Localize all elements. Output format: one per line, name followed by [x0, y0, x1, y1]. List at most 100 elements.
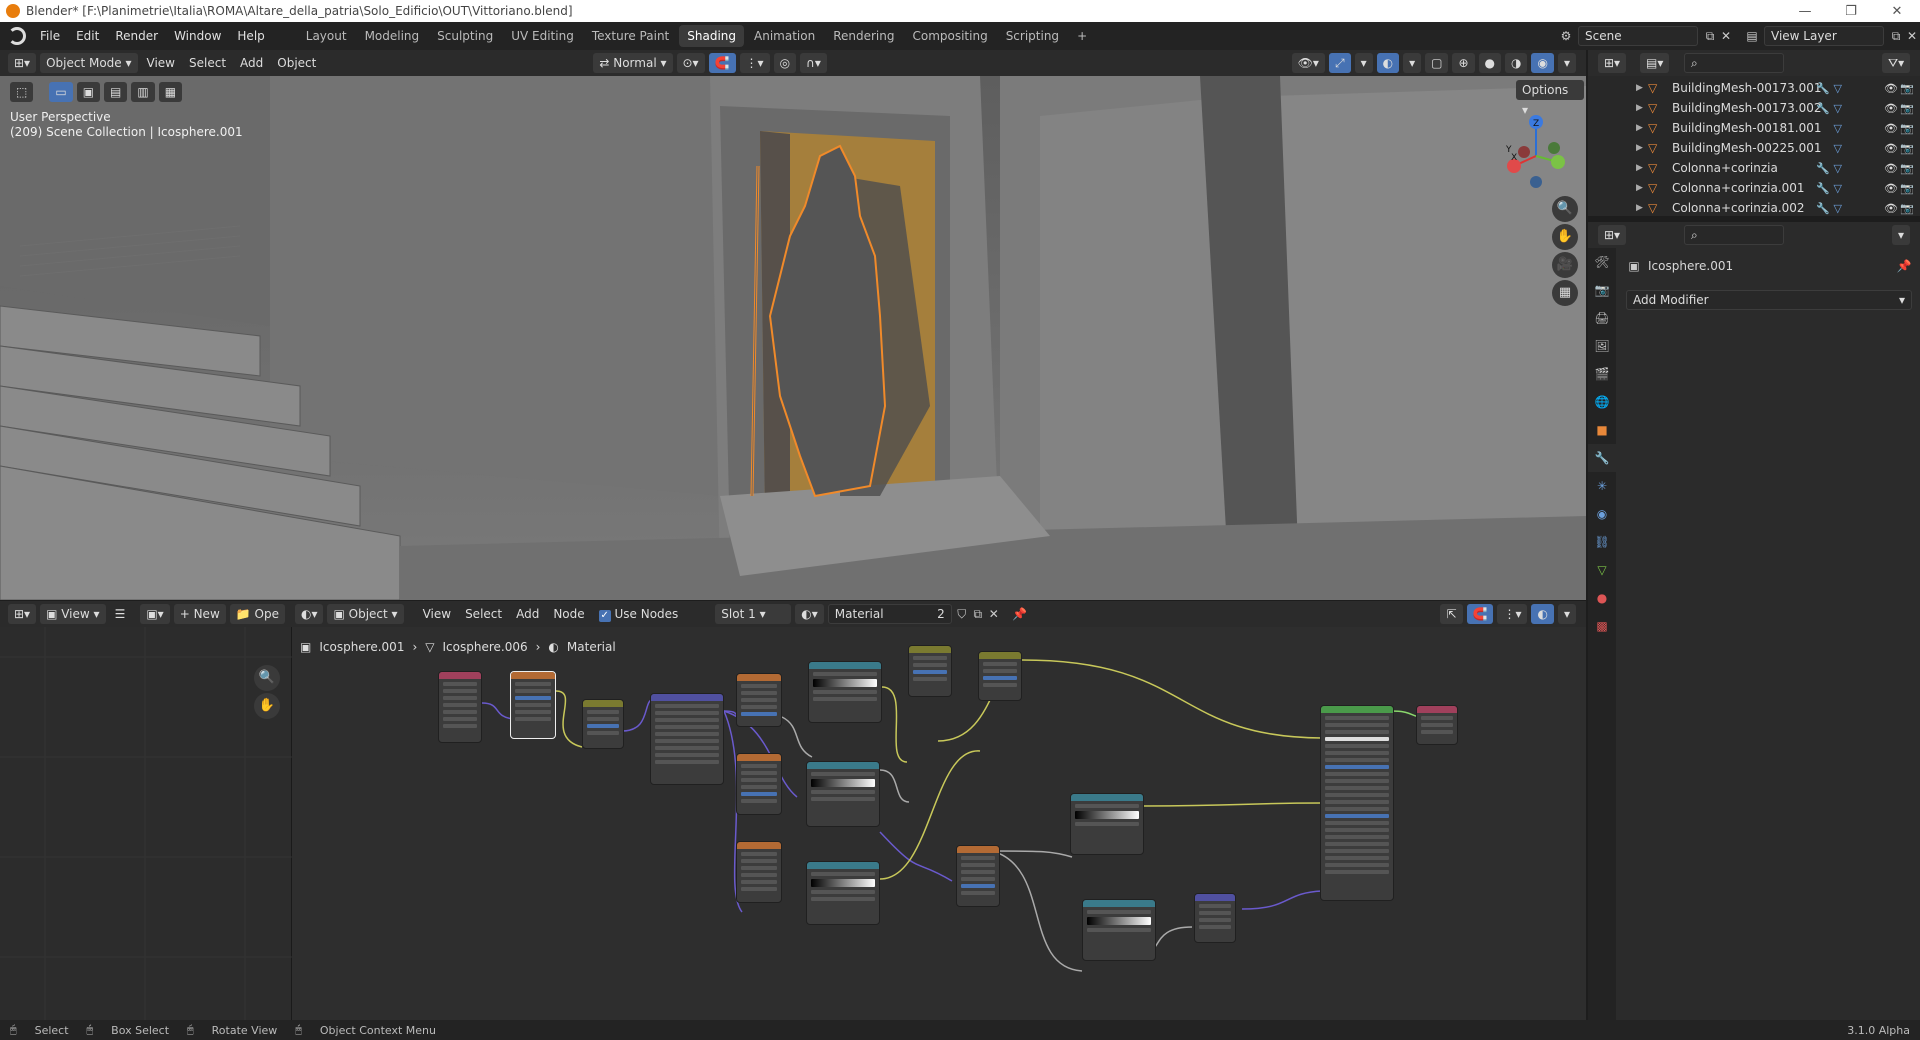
output-tab-icon[interactable]: 🖨 [1588, 304, 1616, 332]
new-view-layer-icon[interactable]: ⧉ [1888, 28, 1904, 44]
node-overlay-icon[interactable]: ◐ [1531, 604, 1554, 624]
editor-type-icon[interactable]: ⊞▾ [8, 53, 37, 73]
outliner-search-input[interactable]: ⌕ [1684, 53, 1784, 73]
world-tab-icon[interactable]: 🌐 [1588, 388, 1616, 416]
material-name-field[interactable]: Material 2 [827, 604, 952, 624]
view-layer-icon[interactable]: ▤ [1744, 28, 1760, 44]
material-output-node[interactable] [1416, 705, 1458, 745]
hamburger-menu-icon[interactable]: ☰ [108, 607, 133, 621]
node-canvas[interactable] [292, 627, 1586, 1020]
node-snap-mode-icon[interactable]: ⋮▾ [1497, 604, 1528, 624]
node-overlay-dropdown-icon[interactable]: ▾ [1557, 604, 1576, 624]
modifier-icon[interactable]: 🔧 ▽ [1816, 182, 1842, 195]
node-menu-add[interactable]: Add [509, 607, 546, 621]
new-image-button[interactable]: + New [173, 604, 226, 624]
image-zoom-icon[interactable]: 🔍 [254, 665, 280, 691]
pivot-icon[interactable]: ⊙▾ [676, 53, 705, 73]
modifier-icon[interactable]: 🔧 ▽ [1816, 162, 1842, 175]
outliner-item[interactable]: ▶ ▽ Colonna+corinzia.001 🔧 ▽ 👁 📷 [1588, 178, 1920, 198]
tab-rendering[interactable]: Rendering [825, 25, 902, 47]
outliner-item[interactable]: ▶ ▽ Colonna+corinzia 🔧 ▽ 👁 📷 [1588, 158, 1920, 178]
expand-icon[interactable]: ▶ [1636, 163, 1643, 173]
pan-hand-icon[interactable]: ✋ [1552, 224, 1578, 250]
zoom-icon[interactable]: 🔍 [1552, 196, 1578, 222]
node-editor-type-icon[interactable]: ⊞▾ [8, 604, 37, 624]
modifier-tab-icon[interactable]: 🔧 [1588, 444, 1616, 472]
tab-layout[interactable]: Layout [298, 25, 355, 47]
tab-modeling[interactable]: Modeling [357, 25, 428, 47]
overlay-dropdown-icon[interactable]: ▾ [1403, 53, 1422, 73]
render-camera-icon[interactable]: 📷 [1900, 162, 1914, 175]
mesh-data-icon[interactable]: ▽ [1834, 142, 1842, 155]
tab-uv-editing[interactable]: UV Editing [503, 25, 582, 47]
fake-user-shield-icon[interactable]: ⛉ [954, 606, 970, 622]
eye-icon[interactable]: 👁 [1884, 122, 1898, 135]
neg-z-axis-icon[interactable] [1530, 176, 1542, 188]
image-texture-node-1[interactable] [510, 671, 556, 739]
node-menu-select[interactable]: Select [458, 607, 509, 621]
outliner-item[interactable]: ▶ ▽ BuildingMesh-00173.002 🔧 ▽ 👁 📷 [1588, 98, 1920, 118]
outliner-item[interactable]: ▶ ▽ Colonna+corinzia.002 🔧 ▽ 👁 📷 [1588, 198, 1920, 216]
particles-tab-icon[interactable]: ✳ [1588, 472, 1616, 500]
select-extend-icon[interactable]: ▣ [76, 82, 101, 102]
y-axis-icon[interactable] [1551, 155, 1565, 169]
duplicate-material-icon[interactable]: ⧉ [970, 606, 986, 622]
material-browse-icon[interactable]: ◐▾ [795, 604, 824, 624]
image-pan-hand-icon[interactable]: ✋ [254, 693, 280, 719]
object-mode-dropdown[interactable]: Object Mode ▾ [40, 53, 138, 73]
gizmo-toggle-icon[interactable]: ⤢ [1328, 53, 1351, 73]
use-nodes-checkbox-icon[interactable]: ✓ [598, 609, 611, 622]
texture-coordinate-node[interactable] [438, 671, 482, 743]
principled-bsdf-node[interactable] [1320, 705, 1394, 901]
view-layer-tab-icon[interactable]: 🖼 [1588, 332, 1616, 360]
perspective-toggle-icon[interactable]: ▦ [1552, 280, 1578, 306]
eye-icon[interactable]: 👁 [1884, 82, 1898, 95]
snap-target-icon[interactable]: ⋮▾ [739, 53, 770, 73]
gizmo-dropdown-icon[interactable]: ▾ [1354, 53, 1373, 73]
menu-file[interactable]: File [32, 22, 68, 50]
navigation-gizmo[interactable]: Z X Y [1496, 112, 1576, 192]
constraints-tab-icon[interactable]: ⛓ [1588, 528, 1616, 556]
new-scene-icon[interactable]: ⧉ [1702, 28, 1718, 44]
bump-node[interactable] [1194, 893, 1236, 943]
rendered-shading-icon[interactable]: ◉ [1531, 53, 1554, 73]
select-intersect-icon[interactable]: ▦ [158, 82, 183, 102]
snap-icon[interactable]: 🧲 [708, 53, 736, 73]
menu-window[interactable]: Window [166, 22, 229, 50]
eye-icon[interactable]: 👁 [1884, 102, 1898, 115]
solid-shading-icon[interactable]: ● [1478, 53, 1501, 73]
mesh-data-tab-icon[interactable]: ▽ [1588, 556, 1616, 584]
noise-texture-node-1[interactable] [736, 673, 782, 727]
outliner-editor-type-icon[interactable]: ⊞▾ [1598, 53, 1627, 73]
mix-node-3[interactable] [978, 651, 1022, 701]
material-tab-icon[interactable]: ● [1588, 584, 1616, 612]
render-camera-icon[interactable]: 📷 [1900, 122, 1914, 135]
node-menu-view[interactable]: View [416, 607, 458, 621]
viewport-menu-object[interactable]: Object [270, 56, 323, 70]
delete-scene-icon[interactable]: ✕ [1718, 28, 1734, 44]
tab-scripting[interactable]: Scripting [998, 25, 1067, 47]
menu-render[interactable]: Render [107, 22, 166, 50]
mix-node-2[interactable] [908, 645, 952, 697]
viewport-menu-add[interactable]: Add [233, 56, 270, 70]
expand-icon[interactable]: ▶ [1636, 183, 1643, 193]
eye-icon[interactable]: 👁 [1884, 202, 1898, 215]
close-icon[interactable]: ✕ [1874, 4, 1920, 19]
display-mode-icon[interactable]: ▤▾ [1640, 53, 1670, 73]
tool-tab-icon[interactable]: 🛠 [1588, 248, 1616, 276]
scene-field[interactable]: Scene [1578, 26, 1698, 46]
expand-icon[interactable]: ▶ [1636, 143, 1643, 153]
wireframe-shading-icon[interactable]: ⊕ [1452, 53, 1475, 73]
3d-viewport[interactable]: ⬚ ▭ ▣ ▤ ▥ ▦ Options ▾ [0, 76, 1586, 600]
orientation-dropdown[interactable]: ⇄ Normal ▾ [593, 53, 673, 73]
shading-dropdown-icon[interactable]: ▾ [1557, 53, 1576, 73]
scene-icon[interactable]: ⚙ [1558, 28, 1574, 44]
outliner-item[interactable]: ▶ ▽ BuildingMesh-00173.001 🔧 ▽ 👁 📷 [1588, 78, 1920, 98]
open-image-button[interactable]: 📁 Ope [229, 604, 285, 624]
slot-dropdown[interactable]: Slot 1 ▾ [715, 604, 792, 624]
modifier-icon[interactable]: 🔧 ▽ [1816, 102, 1842, 115]
properties-pin-icon[interactable]: 📌 [1896, 258, 1912, 274]
render-camera-icon[interactable]: 📷 [1900, 142, 1914, 155]
node-snap-icon[interactable]: 🧲 [1466, 604, 1494, 624]
image-editor-view-dropdown[interactable]: ▣ View ▾ [40, 604, 106, 624]
